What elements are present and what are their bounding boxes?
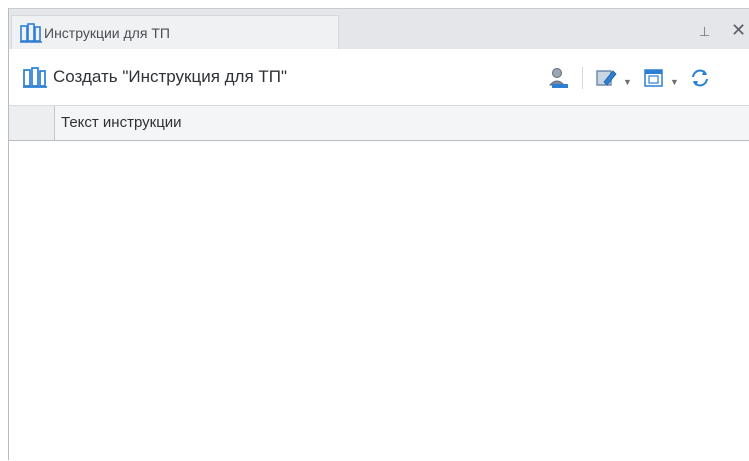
panel-titlebar: Инструкции для ТП ⊥ ✕: [9, 9, 749, 49]
grid-body[interactable]: [9, 141, 749, 461]
books-icon: [23, 67, 47, 88]
refresh-icon[interactable]: [689, 67, 711, 89]
panel-toolbar: Создать "Инструкция для ТП" ▼ ▼: [9, 49, 749, 105]
instructions-panel: Инструкции для ТП ⊥ ✕ Создать "Инструкци…: [8, 8, 749, 461]
panel-tab[interactable]: Инструкции для ТП: [11, 15, 339, 49]
chevron-down-icon[interactable]: ▼: [623, 77, 632, 87]
create-instruction-label: Создать "Инструкция для ТП": [53, 67, 288, 86]
chevron-down-icon[interactable]: ▼: [670, 77, 679, 87]
close-icon[interactable]: ✕: [731, 20, 746, 41]
grid-header: Текст инструкции: [9, 105, 749, 141]
calendar-icon[interactable]: [643, 67, 665, 89]
panel-tab-title: Инструкции для ТП: [44, 24, 170, 41]
edit-icon[interactable]: [595, 67, 617, 89]
books-icon: [20, 22, 42, 43]
column-header-instruction-text[interactable]: Текст инструкции: [61, 114, 182, 131]
user-icon[interactable]: [548, 67, 570, 89]
create-instruction-button[interactable]: Создать "Инструкция для ТП": [23, 63, 287, 91]
pin-icon[interactable]: ⊥: [699, 24, 710, 40]
grid-corner-cell[interactable]: [9, 106, 55, 140]
toolbar-separator: [582, 67, 583, 89]
